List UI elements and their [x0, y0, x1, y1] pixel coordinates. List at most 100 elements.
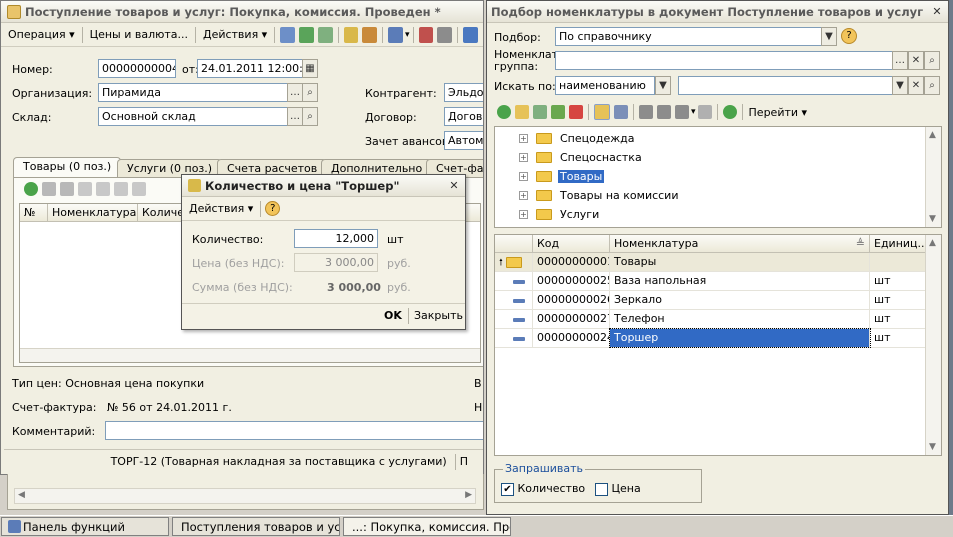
tab-goods[interactable]: Товары (0 поз.)	[13, 157, 122, 177]
table-row[interactable]: 🠕 00000000001 Товары	[495, 253, 941, 272]
group-tree[interactable]: + Спецодежда + Спецоснастка + Товары + Товары н…	[494, 126, 942, 228]
ask-quantity-checkbox[interactable]: ✔ Количество	[501, 482, 585, 496]
edit-icon[interactable]	[60, 182, 74, 196]
comment-field[interactable]	[105, 421, 483, 440]
taskbar-functions-panel[interactable]: Панель функций	[1, 517, 169, 536]
group-search-icon[interactable]: ⌕	[924, 51, 940, 70]
org-field[interactable]: Пирамида	[98, 83, 288, 102]
picker-close-icon[interactable]: ✕	[930, 5, 944, 19]
scroll-down-icon[interactable]: ▼	[929, 442, 936, 452]
tree-item[interactable]: + Спецоснастка	[495, 148, 941, 167]
table-row[interactable]: 00000000025 Ваза напольная шт	[495, 272, 941, 291]
org-open-button[interactable]: ⌕	[302, 83, 318, 102]
selection-dropdown-icon[interactable]: ▼	[821, 27, 837, 46]
journal-icon[interactable]	[437, 26, 453, 43]
search-input[interactable]	[678, 76, 896, 95]
goto-icon[interactable]	[388, 26, 404, 43]
tree-vscroll[interactable]: ▲ ▼	[925, 127, 941, 227]
scroll-down-icon[interactable]: ▼	[929, 214, 936, 224]
table-row[interactable]: 00000000026 Зеркало шт	[495, 291, 941, 310]
scroll-up-icon[interactable]: ▲	[929, 130, 936, 140]
filter-menu-icon[interactable]	[675, 105, 689, 119]
date-field[interactable]: 24.01.2011 12:00:00	[197, 59, 303, 78]
table-row[interactable]: 00000000027 Телефон шт	[495, 310, 941, 329]
footer-p-button[interactable]: П	[460, 455, 468, 468]
scroll-left-icon[interactable]: ◀	[18, 490, 25, 500]
taskbar-receipts-list[interactable]: Поступления товаров и услуг	[172, 517, 340, 536]
help-icon[interactable]: ?	[265, 201, 281, 216]
warehouse-field[interactable]: Основной склад	[98, 107, 288, 126]
report-icon[interactable]	[418, 26, 434, 43]
ok-button[interactable]: OK	[381, 309, 405, 322]
actions-menu[interactable]: Действия ▾	[199, 26, 271, 43]
copy-icon[interactable]	[317, 26, 333, 43]
filter-clear-icon[interactable]	[697, 105, 712, 119]
contract-field[interactable]: Догов	[444, 107, 483, 126]
invoice-link[interactable]: № 56 от 24.01.2011 г.	[107, 401, 232, 414]
expand-icon[interactable]: +	[519, 153, 528, 162]
add-icon[interactable]	[497, 105, 511, 119]
filter-icon[interactable]	[639, 105, 653, 119]
copy-row-icon[interactable]	[42, 182, 56, 196]
tree-item[interactable]: + Товары	[495, 167, 941, 186]
items-vscroll[interactable]: ▲ ▼	[925, 235, 941, 455]
ask-price-checkbox[interactable]: Цена	[595, 482, 641, 496]
refresh-icon[interactable]	[298, 26, 314, 43]
add-icon[interactable]	[24, 182, 38, 196]
close-button[interactable]: Закрыть	[414, 309, 463, 322]
scroll-up-icon[interactable]: ▲	[929, 238, 936, 248]
delete-icon[interactable]	[569, 105, 583, 119]
table-row[interactable]: 00000000024 Торшер шт	[495, 328, 941, 348]
taskbar-document[interactable]: ...: Покупка, комиссия. Про...	[343, 517, 511, 536]
copy-icon[interactable]	[533, 105, 547, 119]
expand-icon[interactable]: +	[519, 134, 528, 143]
group-select-button[interactable]: …	[892, 51, 908, 70]
search-by-dropdown-icon[interactable]: ▼	[655, 76, 671, 95]
hierarchy-icon[interactable]	[594, 104, 610, 120]
advances-field[interactable]: Автом	[444, 131, 483, 150]
level-up-icon[interactable]	[614, 105, 628, 119]
search-dropdown-icon[interactable]: ▼	[892, 76, 908, 95]
calendar-button[interactable]: ▦	[302, 59, 318, 78]
unpost-icon[interactable]	[362, 26, 378, 43]
warehouse-open-button[interactable]: ⌕	[302, 107, 318, 126]
picker-help-icon[interactable]: ?	[841, 28, 857, 44]
print-form-button[interactable]: ТОРГ-12 (Товарная накладная за поставщик…	[107, 453, 451, 470]
refresh-icon[interactable]	[722, 105, 737, 119]
back-icon[interactable]	[280, 26, 295, 43]
selection-select[interactable]: По справочнику	[555, 27, 823, 46]
col-unit[interactable]: Единиц...	[870, 235, 926, 252]
edit-icon[interactable]	[551, 105, 565, 119]
scroll-right-icon[interactable]: ▶	[465, 490, 472, 500]
structure-icon[interactable]	[463, 26, 478, 43]
price-type-text[interactable]: Тип цен: Основная цена покупки	[12, 377, 204, 390]
quantity-input[interactable]: 12,000	[294, 229, 378, 248]
expand-icon[interactable]: +	[519, 210, 528, 219]
expand-icon[interactable]: +	[519, 191, 528, 200]
col-number[interactable]: №	[20, 204, 48, 221]
group-field[interactable]	[555, 51, 907, 70]
org-select-button[interactable]: …	[287, 83, 303, 102]
items-table[interactable]: Код Номенклатура ≜ Единиц... 🠕 0000000000…	[494, 234, 942, 456]
col-code[interactable]: Код	[533, 235, 610, 252]
post-icon[interactable]	[343, 26, 359, 43]
add-folder-icon[interactable]	[515, 105, 529, 119]
operation-menu[interactable]: Операция ▾	[4, 26, 79, 43]
goods-hscroll[interactable]	[20, 348, 480, 362]
move-up-icon[interactable]	[114, 182, 128, 196]
move-down-icon[interactable]	[132, 182, 146, 196]
group-clear-icon[interactable]: ✕	[908, 51, 924, 70]
close-icon[interactable]: ✕	[447, 179, 461, 193]
tree-item[interactable]: + Услуги	[495, 205, 941, 224]
col-name[interactable]: Номенклатура ≜	[610, 235, 870, 252]
tree-item[interactable]: + Товары на комиссии	[495, 186, 941, 205]
search-by-select[interactable]: наименованию	[555, 76, 655, 95]
col-nomenclature[interactable]: Номенклатура	[48, 204, 138, 221]
expand-icon[interactable]: +	[519, 172, 528, 181]
search-icon[interactable]: ⌕	[924, 76, 940, 95]
delete-icon[interactable]	[78, 182, 92, 196]
number-field[interactable]: 00000000004	[98, 59, 176, 78]
goto-menu[interactable]: Перейти ▾	[746, 106, 811, 119]
counterparty-field[interactable]: Эльдо	[444, 83, 483, 102]
tree-item[interactable]: + Спецодежда	[495, 129, 941, 148]
